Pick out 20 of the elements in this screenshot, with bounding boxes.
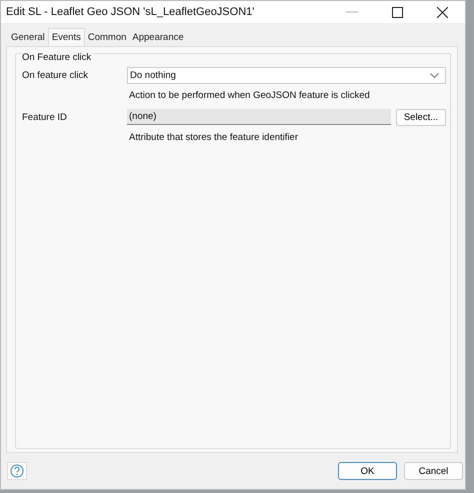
maximize-icon[interactable]: [392, 6, 403, 18]
help-button[interactable]: [7, 462, 27, 480]
field-description: Attribute that stores the feature identifier: [128, 132, 299, 143]
field-description: Action to be performed when GeoJSON feature is clicked: [128, 90, 371, 101]
value-field: (none): [127, 109, 391, 125]
ok-button[interactable]: OK: [338, 462, 397, 480]
group-title: On Feature click: [22, 52, 94, 63]
tab[interactable]: Appearance: [129, 28, 187, 46]
help-icon: [10, 464, 24, 478]
tab[interactable]: General: [8, 28, 48, 46]
window-title: Edit SL - Leaflet Geo JSON 'sL_LeafletGeoJSON1': [6, 6, 254, 18]
field-label: Feature ID: [22, 111, 68, 125]
tab[interactable]: Events: [48, 28, 85, 46]
cancel-button[interactable]: Cancel: [404, 462, 463, 480]
chevron-down-icon: [430, 73, 439, 78]
close-icon[interactable]: [437, 6, 448, 18]
tab[interactable]: Common: [84, 28, 130, 46]
select-button[interactable]: Select...: [396, 109, 446, 126]
dropdown[interactable]: Do nothing: [127, 67, 446, 84]
field-label: On feature click: [22, 69, 89, 83]
